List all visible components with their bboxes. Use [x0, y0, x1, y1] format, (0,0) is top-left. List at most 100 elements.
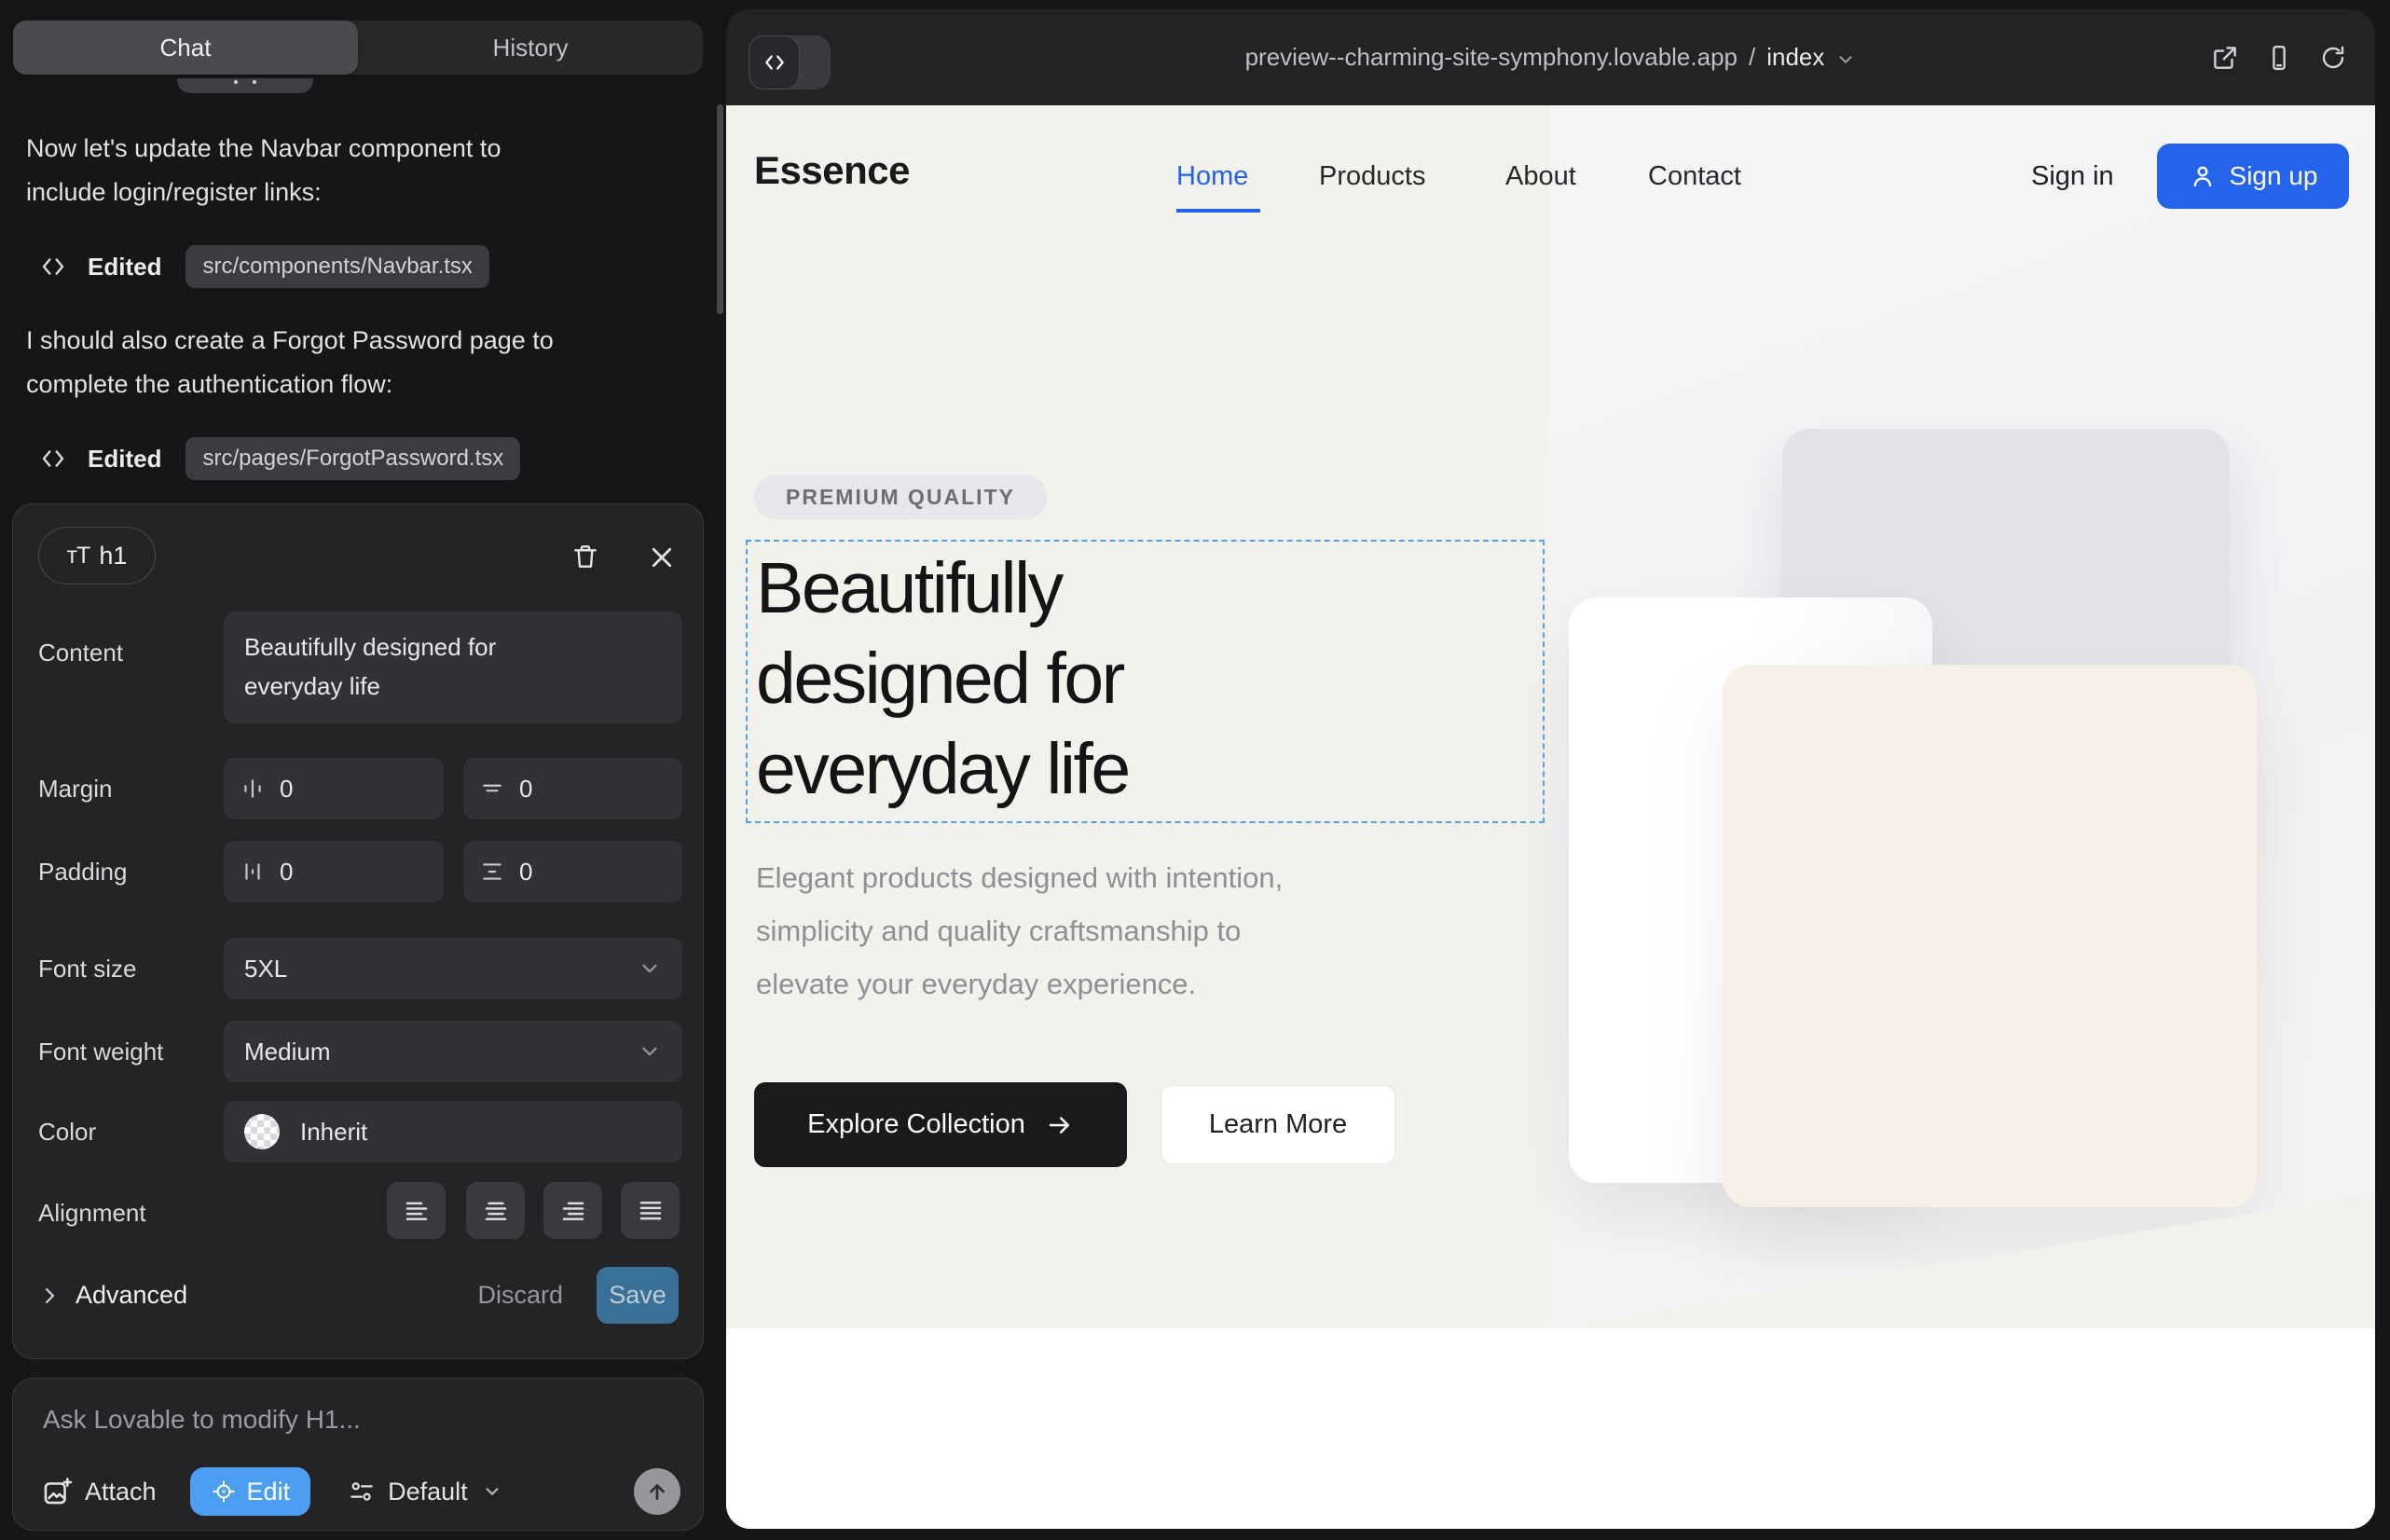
padding-x-value: 0 — [280, 858, 293, 887]
content-label: Content — [38, 639, 123, 667]
align-center-button[interactable] — [466, 1182, 525, 1239]
chevron-down-icon — [482, 1481, 502, 1502]
padding-y-value: 0 — [519, 858, 532, 887]
url-path: index — [1766, 43, 1824, 72]
align-left-button[interactable] — [387, 1182, 446, 1239]
preview-browser-panel: preview--charming-site-symphony.lovable.… — [726, 9, 2375, 1529]
tab-chat[interactable]: Chat — [13, 21, 358, 75]
font-weight-select[interactable]: Medium — [224, 1021, 682, 1082]
nav-link-products[interactable]: Products — [1319, 161, 1425, 192]
url-separator: / — [1749, 43, 1755, 72]
site-logo[interactable]: Essence — [754, 148, 910, 193]
edited-label: Edited — [88, 445, 161, 474]
close-panel-button[interactable] — [648, 543, 676, 571]
scrolled-badge-partial — [177, 78, 313, 93]
mobile-view-button[interactable] — [2265, 44, 2293, 72]
padding-x-icon — [240, 859, 265, 884]
assistant-message: I should also create a Forgot Password p… — [26, 319, 554, 406]
edited-file-badge[interactable]: src/components/Navbar.tsx — [185, 245, 488, 288]
editor-footer: Advanced Discard Save — [38, 1267, 679, 1324]
default-label: Default — [388, 1478, 468, 1506]
element-editor-panel: ᴛT h1 Content Beautifully designed for e… — [12, 503, 704, 1359]
font-size-label: Font size — [38, 955, 137, 983]
prompt-input[interactable]: Ask Lovable to modify H1... — [43, 1405, 361, 1435]
browser-actions — [2211, 9, 2347, 105]
sign-in-link[interactable]: Sign in — [2031, 161, 2114, 192]
margin-x-input[interactable]: 0 — [224, 758, 444, 819]
assistant-message: Now let's update the Navbar component to… — [26, 127, 501, 214]
send-button[interactable] — [634, 1468, 680, 1515]
save-button[interactable]: Save — [597, 1267, 679, 1324]
learn-more-button[interactable]: Learn More — [1161, 1085, 1395, 1164]
file-edit-row: Edited src/pages/ForgotPassword.tsx — [39, 436, 520, 481]
explore-collection-button[interactable]: Explore Collection — [754, 1082, 1127, 1167]
padding-label: Padding — [38, 858, 127, 887]
attach-image-icon — [41, 1476, 73, 1507]
color-select[interactable]: Inherit — [224, 1101, 682, 1162]
arrow-right-icon — [1046, 1111, 1074, 1139]
file-edit-row: Edited src/components/Navbar.tsx — [39, 244, 489, 289]
font-weight-value: Medium — [244, 1038, 330, 1066]
margin-label: Margin — [38, 775, 112, 804]
edited-file-badge[interactable]: src/pages/ForgotPassword.tsx — [185, 437, 520, 480]
advanced-toggle[interactable]: Advanced — [76, 1281, 187, 1310]
attach-label: Attach — [85, 1478, 157, 1506]
margin-y-input[interactable]: 0 — [463, 758, 682, 819]
margin-y-value: 0 — [519, 775, 532, 804]
site-preview: Essence Home Products About Contact Sign… — [726, 105, 2375, 1529]
element-tag-label: h1 — [99, 542, 127, 571]
alignment-label: Alignment — [38, 1199, 146, 1228]
model-selector[interactable]: Default — [348, 1478, 502, 1506]
attach-button[interactable]: Attach — [41, 1476, 157, 1507]
font-size-value: 5XL — [244, 955, 287, 983]
delete-element-button[interactable] — [570, 542, 600, 571]
url-bar[interactable]: preview--charming-site-symphony.lovable.… — [726, 9, 2375, 105]
open-external-button[interactable] — [2211, 44, 2239, 72]
decor-card-cream — [1723, 665, 2257, 1207]
hero-heading[interactable]: Beautifully designed for everyday life — [756, 543, 1129, 815]
edit-mode-button[interactable]: Edit — [190, 1467, 311, 1516]
align-right-button[interactable] — [543, 1182, 602, 1239]
typography-icon: ᴛT — [67, 543, 90, 570]
font-size-select[interactable]: 5XL — [224, 938, 682, 999]
chat-history-tabs: Chat History — [13, 21, 703, 75]
active-nav-underline — [1176, 209, 1260, 213]
sliders-icon — [348, 1478, 376, 1506]
element-tag-pill[interactable]: ᴛT h1 — [38, 527, 156, 584]
align-justify-button[interactable] — [621, 1182, 680, 1239]
chevron-down-icon — [638, 956, 662, 981]
chevron-down-icon — [1835, 49, 1856, 70]
cta-primary-label: Explore Collection — [807, 1109, 1025, 1140]
edited-label: Edited — [88, 253, 161, 282]
nav-link-home[interactable]: Home — [1176, 161, 1248, 192]
prompt-composer[interactable]: Ask Lovable to modify H1... Attach Edit … — [12, 1378, 704, 1531]
tab-history[interactable]: History — [358, 21, 703, 75]
sidebar-scrollbar[interactable] — [717, 104, 723, 314]
sign-up-button[interactable]: Sign up — [2157, 144, 2349, 209]
margin-y-icon — [480, 777, 504, 801]
padding-y-input[interactable]: 0 — [463, 841, 682, 902]
nav-link-about[interactable]: About — [1505, 161, 1576, 192]
hero-description: Elegant products designed with intention… — [756, 851, 1283, 1011]
discard-button[interactable]: Discard — [477, 1281, 563, 1310]
code-icon — [39, 253, 67, 281]
prompt-actions: Attach Edit Default — [41, 1467, 680, 1516]
content-value: Beautifully designed for everyday life — [244, 627, 570, 706]
color-swatch — [244, 1114, 280, 1149]
content-input[interactable]: Beautifully designed for everyday life — [224, 612, 682, 723]
quality-badge: PREMIUM QUALITY — [754, 474, 1047, 519]
code-icon — [39, 445, 67, 473]
padding-x-input[interactable]: 0 — [224, 841, 444, 902]
color-label: Color — [38, 1118, 96, 1147]
nav-link-contact[interactable]: Contact — [1648, 161, 1741, 192]
target-icon — [211, 1478, 237, 1505]
refresh-button[interactable] — [2319, 44, 2347, 72]
chevron-down-icon — [638, 1039, 662, 1064]
browser-toolbar: preview--charming-site-symphony.lovable.… — [726, 9, 2375, 105]
color-value: Inherit — [300, 1118, 367, 1147]
person-icon — [2189, 162, 2217, 190]
url-host: preview--charming-site-symphony.lovable.… — [1245, 43, 1738, 72]
margin-x-value: 0 — [280, 775, 293, 804]
chevron-right-icon — [38, 1285, 61, 1307]
next-section-background — [726, 1328, 2375, 1529]
